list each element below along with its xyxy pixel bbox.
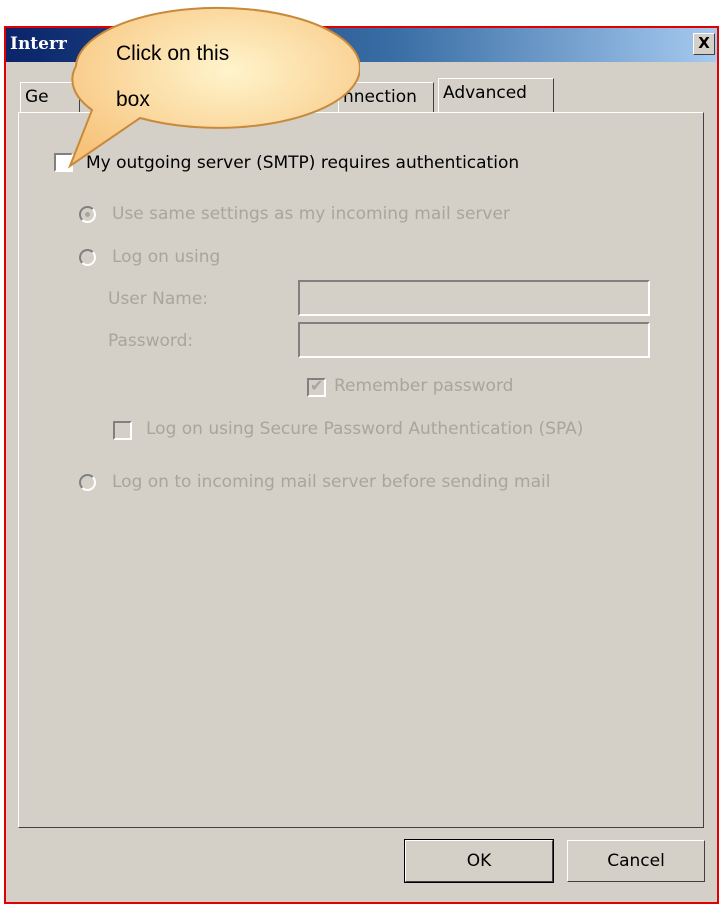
window-title: Interr (10, 34, 67, 54)
remember-password-label: Remember password (334, 376, 514, 396)
cancel-label: Cancel (607, 851, 665, 871)
log-on-incoming-label: Log on to incoming mail server before se… (112, 472, 551, 492)
tab-label: Advanced (443, 83, 527, 103)
user-name-label: User Name: (108, 289, 209, 309)
close-icon: X (698, 34, 710, 52)
tab-label: Ge (25, 87, 49, 107)
spa-checkbox[interactable] (113, 421, 132, 440)
user-name-field[interactable] (298, 280, 650, 316)
password-field[interactable] (298, 322, 650, 358)
log-on-using-radio[interactable] (79, 249, 96, 266)
tab-general[interactable]: Ge (20, 82, 80, 112)
log-on-incoming-radio[interactable] (79, 474, 96, 491)
same-settings-label: Use same settings as my incoming mail se… (112, 204, 510, 224)
title-bar[interactable]: Interr X (6, 28, 717, 62)
same-settings-radio[interactable] (79, 206, 96, 223)
tab-label: nnection (343, 87, 417, 107)
tab-connection[interactable]: nnection (338, 82, 434, 112)
ok-label: OK (466, 851, 492, 871)
close-button[interactable]: X (693, 33, 715, 55)
password-label: Password: (108, 331, 194, 351)
smtp-auth-label: My outgoing server (SMTP) requires authe… (86, 153, 520, 173)
log-on-using-label: Log on using (112, 247, 221, 267)
checkmark-icon: ✔ (310, 376, 324, 395)
tab-advanced[interactable]: Advanced (438, 78, 554, 112)
smtp-auth-checkbox[interactable] (54, 153, 73, 172)
remember-password-checkbox[interactable]: ✔ (307, 376, 326, 397)
ok-button[interactable]: OK (404, 839, 554, 883)
cancel-button[interactable]: Cancel (567, 840, 705, 882)
spa-label: Log on using Secure Password Authenticat… (146, 419, 584, 439)
